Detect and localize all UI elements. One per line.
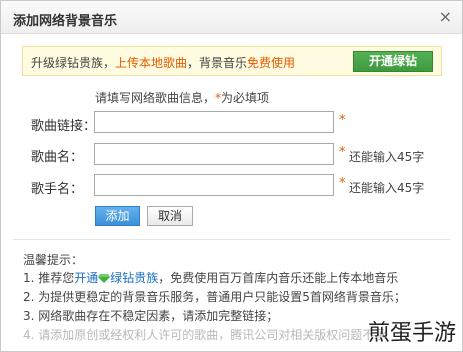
banner-middle: ，背景音乐	[187, 56, 248, 70]
add-music-dialog: 添加网络背景音乐 × 升级绿钻贵族，上传本地歌曲，背景音乐免费使用 开通绿钻 请…	[0, 0, 463, 352]
tip1-prefix: 1. 推荐您	[23, 271, 75, 285]
banner-upload-text: 上传本地歌曲	[115, 56, 188, 70]
banner-free-text: 免费使用	[247, 56, 296, 70]
singer-required: *	[339, 176, 346, 191]
add-button[interactable]: 添加	[95, 206, 140, 226]
tip-2: 2. 为提供更稳定的背景音乐服务，普通用户只能设置5首网络背景音乐；	[23, 290, 406, 304]
banner-text: 升级绿钻贵族，上传本地歌曲，背景音乐免费使用	[31, 54, 295, 71]
tips-title: 温馨提示：	[23, 253, 84, 267]
song-name-input[interactable]	[94, 143, 334, 165]
singer-remaining: 还能输入45字	[349, 181, 425, 195]
divider	[13, 239, 450, 240]
song-name-label: 歌曲名：	[31, 150, 84, 165]
close-icon[interactable]: ×	[439, 7, 452, 26]
tip1-green-diamond-link[interactable]: 绿钻贵族	[110, 271, 158, 285]
form-hint: 请填写网络歌曲信息，*为必填项	[95, 89, 269, 106]
song-link-label: 歌曲链接：	[31, 119, 97, 134]
upgrade-banner: 升级绿钻贵族，上传本地歌曲，背景音乐免费使用 开通绿钻	[22, 46, 442, 76]
open-green-diamond-button[interactable]: 开通绿钻	[353, 51, 433, 72]
tip1-suffix: ，免费使用百万首库内音乐还能上传本地音乐	[158, 271, 399, 285]
song-name-remaining: 还能输入45字	[349, 150, 425, 164]
dialog-title: 添加网络背景音乐	[13, 14, 118, 29]
song-link-required: *	[339, 113, 346, 128]
green-diamond-icon	[98, 274, 111, 283]
watermark-text: 煎蛋手游	[367, 321, 456, 346]
singer-input[interactable]	[94, 174, 334, 196]
hint-suffix: 为必填项	[221, 91, 270, 105]
tip-1: 1. 推荐您开通 绿钻贵族，免费使用百万首库内音乐还能上传本地音乐	[23, 269, 398, 286]
cancel-button[interactable]: 取消	[147, 206, 193, 226]
tip-3: 3. 网络歌曲存在不稳定因素，请添加完整链接；	[23, 309, 279, 323]
dialog-titlebar: 添加网络背景音乐 ×	[1, 1, 462, 34]
singer-label: 歌手名：	[31, 182, 84, 197]
banner-prefix: 升级绿钻贵族，	[31, 56, 116, 70]
tip-4: 4. 请添加原创或经权利人许可的歌曲，腾讯公司对相关版权问题不承	[23, 328, 387, 342]
tip1-open-link[interactable]: 开通	[74, 271, 98, 285]
hint-prefix: 请填写网络歌曲信息，	[95, 91, 216, 105]
song-link-input[interactable]	[94, 111, 334, 133]
song-name-required: *	[339, 145, 346, 160]
